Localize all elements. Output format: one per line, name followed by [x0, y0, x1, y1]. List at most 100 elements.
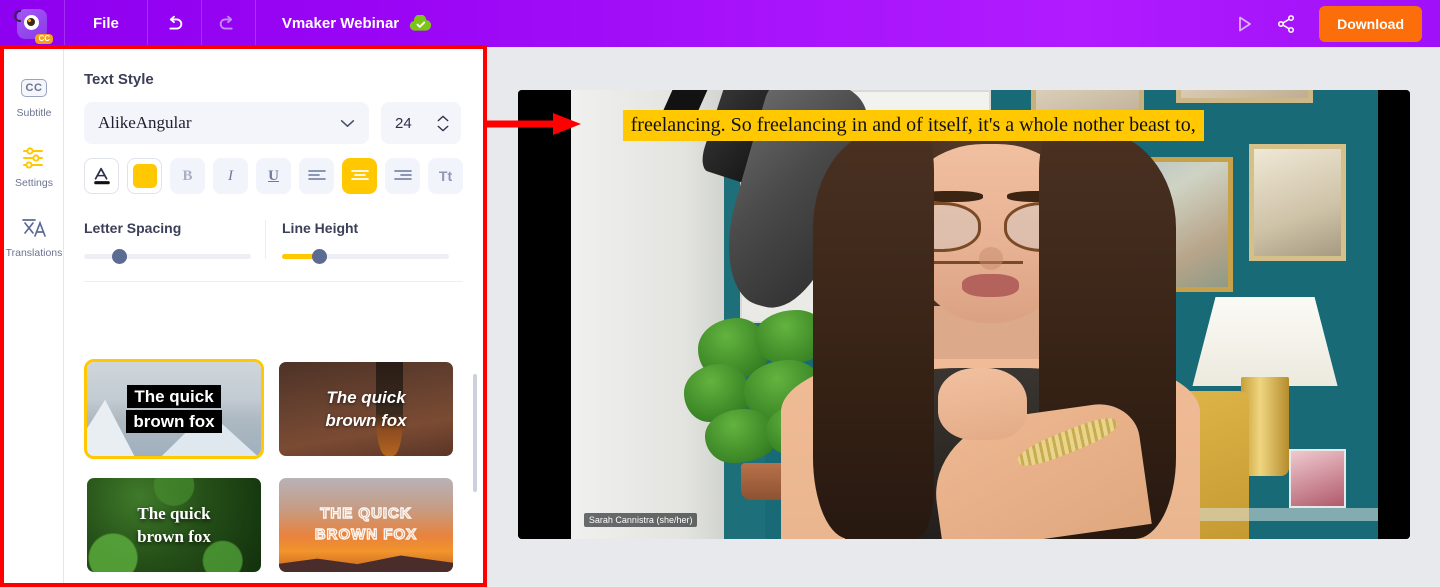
small-framed-photo	[1289, 449, 1346, 508]
file-menu[interactable]: File	[65, 0, 147, 47]
spacing-sliders: Letter Spacing Line Height	[84, 220, 463, 282]
color-swatch-icon	[132, 164, 157, 188]
logo-cc-badge: CC	[35, 33, 53, 44]
cc-icon: CC	[20, 75, 48, 101]
sidebar-item-subtitle[interactable]: CC Subtitle	[4, 75, 64, 119]
line-height-label: Line Height	[282, 220, 359, 236]
panel-scrollbar[interactable]	[473, 374, 477, 492]
video-preview[interactable]: PALM BEACH FLORIDA MI	[518, 90, 1410, 539]
header-actions: Download	[1225, 0, 1440, 47]
project-title-area[interactable]: Vmaker Webinar	[256, 15, 432, 32]
video-stage: PALM BEACH FLORIDA MI	[487, 47, 1440, 587]
text-case-icon: Tt	[438, 168, 453, 184]
stepper-up-down-icon[interactable]	[437, 115, 449, 132]
download-button[interactable]: Download	[1319, 5, 1422, 42]
video-content: PALM BEACH FLORIDA MI	[571, 90, 1378, 539]
wall-frame-portrait	[1248, 143, 1346, 261]
speaker-hand	[938, 368, 1027, 441]
text-color-button[interactable]	[84, 158, 119, 194]
undo-button[interactable]	[148, 0, 201, 47]
font-size-value: 24	[395, 114, 412, 132]
subtitle-overlay[interactable]: freelancing. So freelancing in and of it…	[622, 109, 1204, 141]
preset-line-1: The quick	[127, 384, 221, 408]
text-style-panel: Text Style AlikeAngular 24 B I U Tt Lett…	[64, 49, 483, 583]
preset-sunset-outline[interactable]: THE QUICK BROWN FOX	[276, 475, 456, 575]
glasses-bridge	[926, 260, 1023, 264]
preset-line-2: BROWN FOX	[314, 525, 418, 543]
project-title: Vmaker Webinar	[281, 15, 400, 32]
left-sidebar: CC Subtitle Settings Translations	[4, 49, 64, 583]
preset-mountain-boxed[interactable]: The quick brown fox	[84, 359, 264, 459]
redo-icon	[220, 15, 233, 29]
letter-spacing-thumb[interactable]	[112, 249, 128, 264]
sliders-icon	[23, 147, 43, 169]
italic-icon: I	[228, 167, 233, 184]
translate-icon	[22, 219, 46, 237]
redo-button[interactable]	[202, 0, 255, 47]
underline-button[interactable]: U	[256, 158, 291, 194]
sidebar-item-label: Settings	[15, 177, 53, 189]
preset-line-2: brown fox	[325, 411, 407, 430]
preview-play-button[interactable]	[1225, 0, 1263, 47]
play-icon	[1239, 16, 1252, 31]
speaker-nose	[978, 247, 1003, 270]
logo-lens-shape	[23, 14, 39, 30]
chevron-down-icon	[340, 119, 355, 127]
align-center-button[interactable]	[342, 158, 377, 194]
video-letterbox-left	[518, 90, 571, 539]
side-table	[1200, 507, 1378, 522]
align-right-icon	[393, 170, 412, 180]
app-header: CC File Vmaker Webinar Download	[0, 0, 1440, 47]
preset-foliage-serif[interactable]: The quick brown fox	[84, 475, 264, 575]
video-letterbox-right	[1378, 90, 1410, 539]
speaker-name-tag: Sarah Cannistra (she/her)	[583, 513, 698, 528]
preset-line-2: brown fox	[137, 527, 211, 546]
bold-icon: B	[182, 167, 193, 184]
cloud-check-icon	[409, 15, 432, 31]
app-logo[interactable]: CC	[0, 0, 64, 47]
font-row: AlikeAngular 24	[64, 88, 483, 144]
letter-spacing-slider[interactable]	[84, 249, 251, 264]
sidebar-item-label: Translations	[5, 247, 63, 259]
preset-line-2: brown fox	[126, 410, 222, 434]
font-family-value: AlikeAngular	[98, 113, 192, 132]
line-height-slider[interactable]	[282, 249, 449, 264]
letter-spacing-control: Letter Spacing	[84, 220, 265, 264]
sidebar-item-label: Subtitle	[16, 107, 52, 119]
preset-line-1: THE QUICK	[320, 505, 412, 523]
italic-button[interactable]: I	[213, 158, 248, 194]
style-preset-grid: The quick brown fox The quick brown fox …	[84, 359, 463, 583]
align-right-button[interactable]	[385, 158, 420, 194]
bold-button[interactable]: B	[170, 158, 205, 194]
underline-icon: U	[268, 167, 279, 184]
style-preset-list: The quick brown fox The quick brown fox …	[64, 349, 483, 583]
align-left-button[interactable]	[299, 158, 334, 194]
align-left-icon	[307, 170, 326, 180]
undo-icon	[169, 15, 183, 29]
text-case-button[interactable]: Tt	[428, 158, 463, 194]
highlight-color-button[interactable]	[127, 158, 162, 194]
line-height-thumb[interactable]	[312, 249, 328, 264]
wall-frame-top-right	[1176, 90, 1314, 104]
line-height-control: Line Height	[265, 220, 463, 264]
align-center-icon	[350, 170, 369, 180]
lamp-shade	[1192, 296, 1338, 387]
letter-spacing-label: Letter Spacing	[84, 220, 182, 236]
preset-line-1: The quick	[326, 387, 406, 407]
share-icon	[1278, 14, 1295, 33]
logo-hook-shape	[14, 9, 21, 22]
red-arrow-right-icon	[487, 113, 581, 135]
sidebar-item-translations[interactable]: Translations	[4, 215, 64, 259]
vmaker-cc-logo-icon: CC	[14, 8, 53, 44]
font-size-stepper[interactable]: 24	[381, 102, 461, 144]
letter-A-underline-icon	[93, 167, 110, 185]
preset-line-1: The quick	[137, 503, 211, 523]
speaker-hair-left	[813, 130, 935, 539]
text-format-toolbar: B I U Tt	[64, 144, 483, 194]
share-button[interactable]	[1267, 0, 1305, 47]
panel-title: Text Style	[84, 71, 154, 88]
preset-guitar-italic[interactable]: The quick brown fox	[276, 359, 456, 459]
font-family-select[interactable]: AlikeAngular	[84, 102, 369, 144]
sidebar-item-settings[interactable]: Settings	[4, 145, 64, 189]
speaker-mouth	[962, 274, 1019, 297]
